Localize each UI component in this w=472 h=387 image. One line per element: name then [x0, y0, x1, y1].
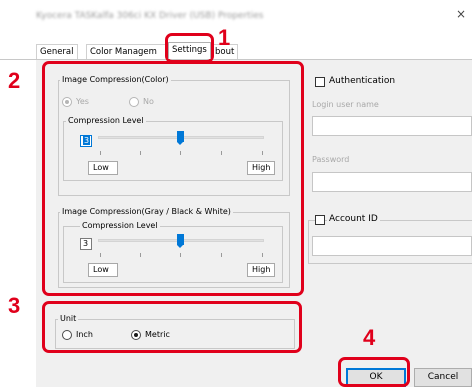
callout-number-4: 4 — [363, 325, 376, 350]
window-title: Kyocera TASKalfa 306ci KX Driver (USB) P… — [36, 11, 264, 21]
login-user-name-field[interactable] — [312, 116, 472, 136]
account-id-label: Account ID — [327, 214, 380, 224]
callout-number-2: 2 — [8, 68, 21, 93]
callout-number-1: 1 — [218, 25, 231, 50]
authentication-checkbox[interactable] — [315, 77, 325, 87]
tab-color-management[interactable]: Color Managem — [86, 44, 168, 59]
title-bar[interactable]: Kyocera TASKalfa 306ci KX Driver (USB) P… — [0, 0, 472, 32]
tab-general[interactable]: General — [36, 44, 78, 59]
callout-box-unit — [42, 301, 302, 353]
callout-box-ok — [338, 357, 410, 387]
close-icon[interactable]: × — [454, 7, 468, 21]
account-id-field[interactable] — [312, 236, 472, 256]
authentication-label: Authentication — [329, 76, 396, 86]
tab-strip: General Color Managem Settings bout — [0, 42, 472, 59]
properties-dialog: Kyocera TASKalfa 306ci KX Driver (USB) P… — [0, 0, 472, 387]
password-label: Password — [312, 155, 350, 164]
login-user-name-label: Login user name — [312, 100, 379, 109]
tab-settings[interactable]: Settings — [168, 42, 211, 59]
password-field[interactable] — [312, 172, 472, 192]
callout-box-compression — [42, 61, 304, 296]
cancel-button[interactable]: Cancel — [414, 368, 472, 387]
account-id-checkbox[interactable] — [315, 215, 325, 225]
callout-number-3: 3 — [8, 293, 21, 318]
